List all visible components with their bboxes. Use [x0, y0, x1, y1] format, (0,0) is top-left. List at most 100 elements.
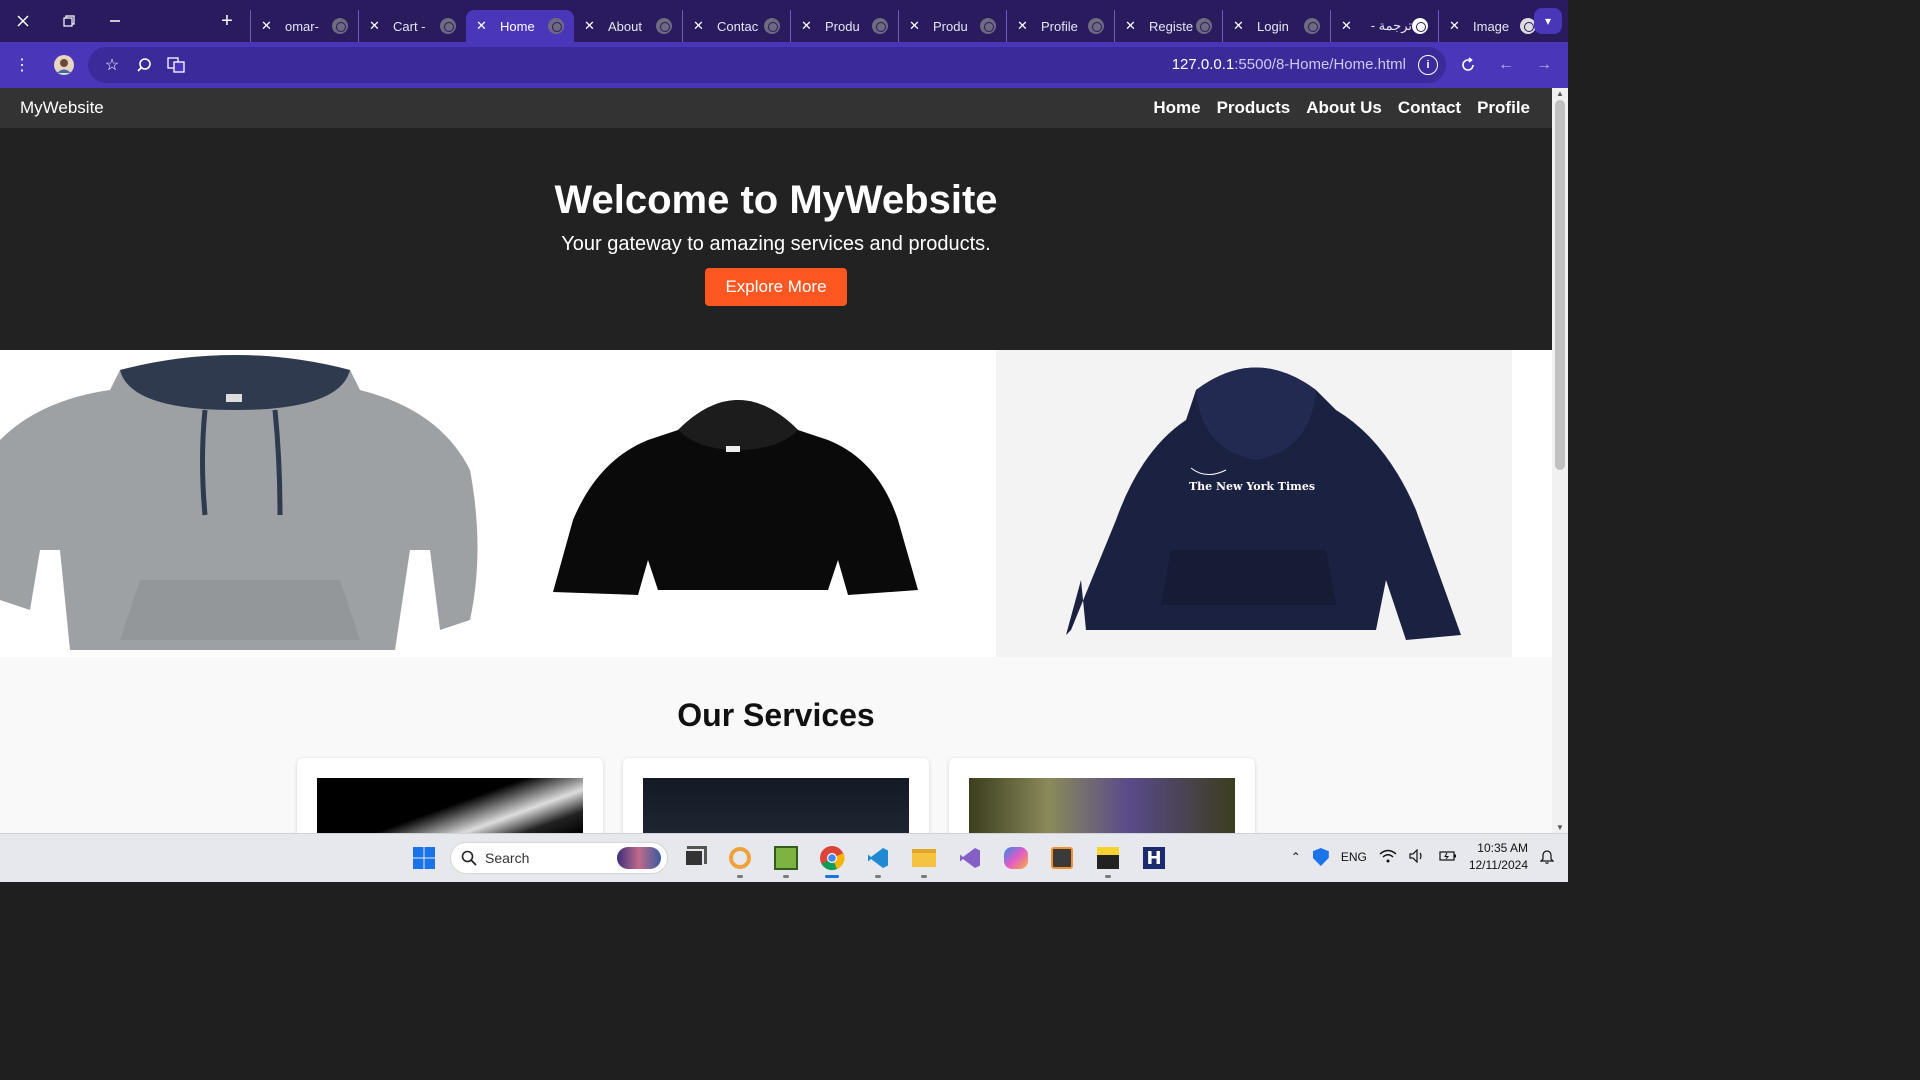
chevron-up-icon[interactable]: ⌃ [1291, 850, 1301, 864]
tab-search-dropdown-icon[interactable]: ▾ [1534, 8, 1562, 34]
scroll-down-arrow-icon[interactable]: ▼ [1556, 823, 1564, 832]
nav-link-home[interactable]: Home [1153, 98, 1200, 118]
notepad-plus-icon[interactable] [766, 840, 806, 878]
volume-icon[interactable] [1409, 848, 1427, 866]
nav-link-profile[interactable]: Profile [1477, 98, 1530, 118]
scrollbar-thumb[interactable] [1555, 100, 1565, 470]
tab-close-icon[interactable]: ✕ [369, 18, 383, 34]
tab-title: Registe [1149, 18, 1194, 34]
google-favicon-icon [1412, 18, 1428, 34]
tab-5[interactable]: ✕ Produ [790, 10, 898, 42]
tab-10[interactable]: ✕ ترجمة - [1330, 10, 1438, 42]
search-placeholder: Search [485, 850, 530, 866]
gray-hoodie-image [0, 350, 498, 657]
tab-close-icon[interactable]: ✕ [261, 18, 275, 34]
tab-close-icon[interactable]: ✕ [1233, 18, 1247, 34]
site-info-icon[interactable]: i [1418, 55, 1438, 75]
tab-4[interactable]: ✕ Contac [682, 10, 790, 42]
tab-1[interactable]: ✕ Cart - [358, 10, 466, 42]
notification-bell-icon[interactable] [1539, 848, 1555, 867]
reload-icon[interactable] [1452, 49, 1484, 81]
bookmark-star-icon[interactable]: ☆ [96, 49, 128, 81]
site-brand[interactable]: MyWebsite [20, 98, 104, 118]
browser-menu-icon[interactable]: ⋮ [6, 49, 38, 81]
vscode-icon[interactable] [858, 840, 898, 878]
forward-arrow-icon[interactable]: → [1528, 49, 1560, 81]
close-window-icon[interactable] [0, 0, 46, 42]
tab-title: ترجمة - [1370, 18, 1412, 33]
service-card[interactable] [949, 758, 1255, 833]
clock-date: 12/11/2024 [1468, 858, 1528, 872]
tab-3[interactable]: ✕ About [574, 10, 682, 42]
service-card[interactable] [297, 758, 603, 833]
tab-title: Profile [1041, 18, 1078, 34]
page-scrollbar[interactable]: ▲ ▼ [1552, 88, 1568, 833]
translate-icon[interactable] [160, 49, 192, 81]
tab-close-icon[interactable]: ✕ [1449, 18, 1463, 34]
url-text: 127.0.0.1:5500/8-Home/Home.html [1172, 56, 1406, 73]
tab-title: Login [1257, 18, 1289, 34]
github-favicon-icon [332, 18, 348, 34]
tab-0[interactable]: ✕ omar- [250, 10, 358, 42]
wifi-icon[interactable] [1379, 849, 1397, 866]
services-section: Our Services [0, 657, 1552, 833]
minimize-window-icon[interactable] [92, 0, 138, 42]
tab-title: Home [500, 18, 535, 34]
tab-close-icon[interactable]: ✕ [801, 18, 815, 34]
task-view-icon[interactable] [674, 840, 714, 876]
defender-shield-icon[interactable] [1312, 848, 1329, 866]
visual-studio-icon[interactable] [950, 840, 990, 876]
services-title: Our Services [677, 697, 875, 733]
profile-avatar-icon[interactable] [48, 49, 80, 81]
tab-close-icon[interactable]: ✕ [476, 18, 490, 34]
url-host: 127.0.0.1 [1171, 56, 1235, 73]
tab-close-icon[interactable]: ✕ [1017, 18, 1031, 34]
tab-title: Image [1473, 18, 1510, 34]
sticky-notes-icon[interactable] [1088, 840, 1128, 878]
tab-title: About [608, 18, 642, 34]
tab-close-icon[interactable]: ✕ [1341, 18, 1355, 34]
taskbar-search-box[interactable]: Search [450, 842, 668, 874]
tab-6[interactable]: ✕ Produ [898, 10, 1006, 42]
taskbar-clock[interactable]: 10:35 AM 12/11/2024 [1469, 840, 1528, 874]
page-viewport: MyWebsite Home Products About Us Contact… [0, 88, 1552, 833]
hero-title: Welcome to MyWebsite [554, 178, 998, 222]
service-cards [0, 758, 1552, 833]
file-explorer-icon[interactable] [904, 840, 944, 878]
nav-link-about[interactable]: About Us [1306, 98, 1382, 118]
service-card-image [969, 778, 1235, 833]
product-gallery: The New York Times [0, 350, 1552, 657]
sublime-text-icon[interactable] [1042, 840, 1082, 876]
globe-favicon-icon [1196, 18, 1212, 34]
new-tab-button[interactable]: + [214, 8, 240, 34]
hyper-terminal-icon[interactable]: H [1134, 840, 1174, 876]
tab-2-active[interactable]: ✕ Home [466, 10, 574, 42]
address-bar[interactable]: ☆ 127.0.0.1:5500/8-Home/Home.html i [88, 47, 1446, 83]
globe-favicon-icon [1304, 18, 1320, 34]
tab-11[interactable]: ✕ Image [1438, 10, 1546, 42]
battery-icon[interactable] [1439, 850, 1457, 865]
tab-8[interactable]: ✕ Registe [1114, 10, 1222, 42]
opera-browser-icon[interactable] [720, 840, 760, 878]
tab-9[interactable]: ✕ Login [1222, 10, 1330, 42]
restore-window-icon[interactable] [46, 0, 92, 42]
tab-close-icon[interactable]: ✕ [584, 18, 598, 34]
back-arrow-icon[interactable]: ← [1490, 49, 1522, 81]
nyt-logo-text: The New York Times [1189, 480, 1315, 493]
nav-link-products[interactable]: Products [1217, 98, 1291, 118]
language-indicator[interactable]: ENG [1341, 850, 1367, 864]
copilot-icon[interactable] [996, 840, 1036, 876]
service-card[interactable] [623, 758, 929, 833]
chrome-icon[interactable] [812, 840, 852, 878]
tab-close-icon[interactable]: ✕ [693, 18, 707, 34]
tab-7[interactable]: ✕ Profile [1006, 10, 1114, 42]
tab-title: Cart - [393, 18, 426, 34]
nav-link-contact[interactable]: Contact [1398, 98, 1461, 118]
zoom-icon[interactable] [128, 49, 160, 81]
windows-start-icon[interactable] [404, 840, 444, 876]
scroll-up-arrow-icon[interactable]: ▲ [1556, 89, 1564, 98]
explore-more-button[interactable]: Explore More [705, 268, 847, 306]
black-hoodie-image [498, 350, 996, 657]
tab-close-icon[interactable]: ✕ [1125, 18, 1139, 34]
tab-close-icon[interactable]: ✕ [909, 18, 923, 34]
